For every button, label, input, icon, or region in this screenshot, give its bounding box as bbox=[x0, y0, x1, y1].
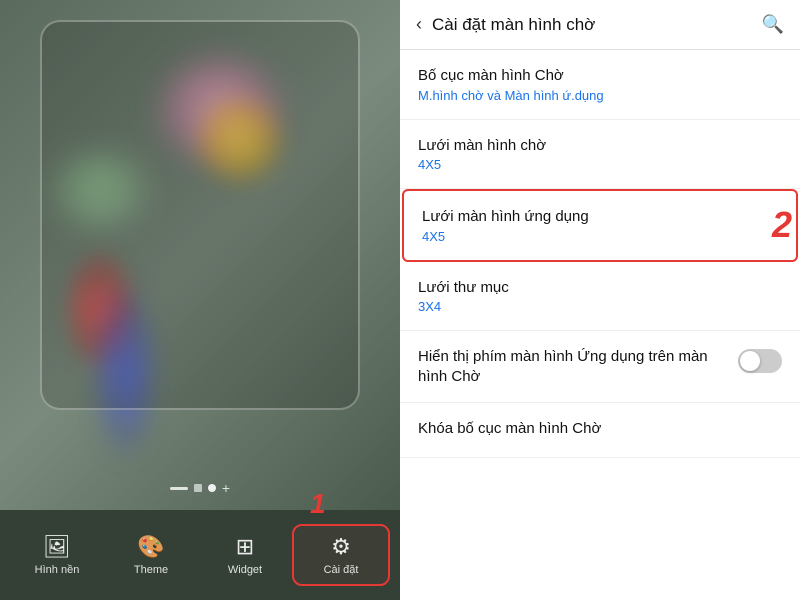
hinh-nen-label: Hình nền bbox=[35, 564, 80, 576]
theme-icon: 🎨 bbox=[137, 534, 164, 560]
dot-square bbox=[194, 484, 202, 492]
badge-2: 2 bbox=[772, 204, 792, 246]
settings-item-luoi-thu-muc[interactable]: Lưới thư mục 3X4 bbox=[400, 262, 800, 332]
widget-icon: ⊞ bbox=[236, 534, 254, 560]
hinh-nen-icon: 🖼 bbox=[43, 534, 71, 560]
widget-label: Widget bbox=[228, 564, 262, 576]
luoi-man-hinh-subtitle: 4X5 bbox=[418, 157, 782, 172]
luoi-ung-dung-title: Lưới màn hình ứng dụng bbox=[422, 207, 778, 227]
settings-item-luoi-ung-dung[interactable]: Lưới màn hình ứng dụng 4X5 bbox=[402, 189, 798, 262]
dots-bar: + bbox=[0, 481, 400, 495]
luoi-thu-muc-title: Lưới thư mục bbox=[418, 278, 782, 298]
back-button[interactable]: ‹ bbox=[416, 14, 422, 35]
luoi-ung-dung-subtitle: 4X5 bbox=[422, 229, 778, 244]
nav-item-theme[interactable]: 🎨 Theme bbox=[104, 526, 198, 584]
highlighted-wrapper: Lưới màn hình ứng dụng 4X5 2 bbox=[400, 189, 800, 262]
luoi-man-hinh-title: Lưới màn hình chờ bbox=[418, 136, 782, 156]
bottom-nav: 🖼 Hình nền 🎨 Theme ⊞ Widget ⚙ Cài đặt bbox=[0, 510, 400, 600]
nav-item-widget[interactable]: ⊞ Widget bbox=[198, 526, 292, 584]
hien-thi-title: Hiển thị phím màn hình Ứng dụng trên màn… bbox=[418, 347, 726, 386]
settings-item-luoi-man-hinh[interactable]: Lưới màn hình chờ 4X5 bbox=[400, 120, 800, 190]
bo-cuc-title: Bố cục màn hình Chờ bbox=[418, 66, 782, 86]
right-panel: ‹ Cài đặt màn hình chờ 🔍 Bố cục màn hình… bbox=[400, 0, 800, 600]
phone-frame bbox=[40, 20, 360, 410]
wallpaper-area bbox=[0, 0, 400, 510]
dot-circle bbox=[208, 484, 216, 492]
nav-item-hinh-nen[interactable]: 🖼 Hình nền bbox=[10, 526, 104, 584]
badge-1: 1 bbox=[310, 488, 326, 520]
settings-list: Bố cục màn hình Chờ M.hình chờ và Màn hì… bbox=[400, 50, 800, 600]
dot-dash bbox=[170, 487, 188, 490]
hien-thi-text: Hiển thị phím màn hình Ứng dụng trên màn… bbox=[418, 347, 738, 386]
cai-dat-label: Cài đặt bbox=[324, 564, 359, 576]
dot-plus: + bbox=[222, 481, 230, 495]
header-left: ‹ Cài đặt màn hình chờ bbox=[416, 14, 595, 35]
settings-item-hien-thi[interactable]: Hiển thị phím màn hình Ứng dụng trên màn… bbox=[400, 331, 800, 403]
left-panel: + 1 🖼 Hình nền 🎨 Theme ⊞ Widget ⚙ Cài đặ… bbox=[0, 0, 400, 600]
settings-header: ‹ Cài đặt màn hình chờ 🔍 bbox=[400, 0, 800, 50]
khoa-bo-cuc-title: Khóa bố cục màn hình Chờ bbox=[418, 419, 782, 439]
page-title: Cài đặt màn hình chờ bbox=[432, 15, 595, 35]
settings-item-khoa-bo-cuc[interactable]: Khóa bố cục màn hình Chờ bbox=[400, 403, 800, 458]
settings-item-bo-cuc[interactable]: Bố cục màn hình Chờ M.hình chờ và Màn hì… bbox=[400, 50, 800, 120]
hien-thi-toggle[interactable] bbox=[738, 349, 782, 373]
cai-dat-icon: ⚙ bbox=[331, 534, 351, 560]
luoi-thu-muc-subtitle: 3X4 bbox=[418, 299, 782, 314]
search-button[interactable]: 🔍 bbox=[762, 14, 784, 35]
bo-cuc-subtitle: M.hình chờ và Màn hình ứ.dụng bbox=[418, 88, 782, 103]
theme-label: Theme bbox=[134, 564, 168, 576]
nav-item-cai-dat[interactable]: ⚙ Cài đặt bbox=[292, 524, 390, 586]
